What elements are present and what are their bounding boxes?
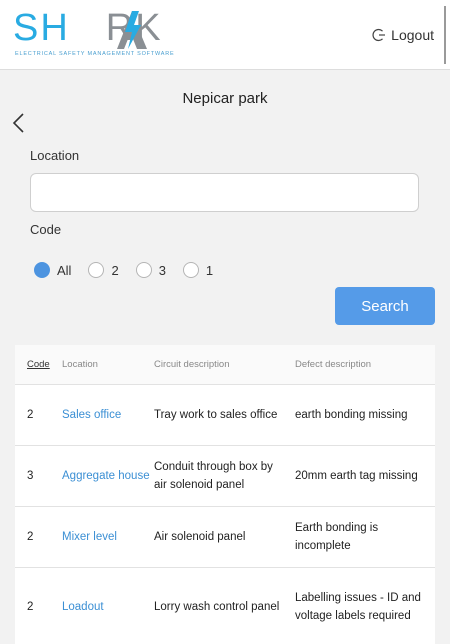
radio-label: 1 (205, 262, 214, 278)
cell-code: 2 (27, 531, 34, 543)
cell-circuit: Lorry wash control panel (154, 600, 280, 613)
cell-defect: Earth bonding is incomplete (295, 522, 379, 552)
logout-button[interactable]: Logout (372, 27, 434, 43)
cell-location-link[interactable]: Sales office (62, 406, 154, 424)
defects-table: Code Location Circuit description Defect… (15, 345, 435, 644)
cell-defect: Labelling issues - ID and voltage labels… (295, 591, 421, 622)
cell-circuit: Conduit through box by air solenoid pane… (154, 461, 273, 491)
cell-code: 2 (27, 600, 34, 613)
location-input[interactable] (30, 173, 419, 212)
cell-defect: 20mm earth tag missing (295, 470, 418, 482)
table-row: 2 Loadout Lorry wash control panel Label… (15, 568, 435, 644)
column-header-code[interactable]: Code (15, 359, 62, 370)
code-radio-group: All 2 3 1 (34, 262, 230, 278)
radio-label: 2 (111, 262, 119, 278)
page-title: Nepicar park (182, 90, 268, 107)
column-header-circuit: Circuit description (154, 359, 230, 370)
column-header-defect: Defect description (295, 359, 372, 370)
lightning-bolt-icon (117, 11, 147, 49)
scrollbar-edge (444, 6, 446, 64)
logout-icon (372, 28, 386, 42)
logo-text-left: SH (13, 7, 70, 49)
back-chevron-icon[interactable] (11, 112, 27, 134)
radio-unselected-icon (182, 262, 199, 278)
column-header-location: Location (62, 359, 98, 370)
code-label: Code (30, 222, 62, 237)
table-row: 3 Aggregate house Conduit through box by… (15, 446, 435, 507)
cell-location-link[interactable]: Mixer level (62, 528, 154, 546)
cell-location-link[interactable]: Loadout (62, 598, 154, 616)
search-button[interactable]: Search (335, 287, 435, 325)
code-radio-1[interactable]: 1 (182, 262, 214, 278)
shark-logo[interactable]: SHRK ELECTRICAL SAFETY MANAGEMENT SOFTWA… (13, 8, 199, 60)
code-radio-3[interactable]: 3 (135, 262, 166, 278)
cell-circuit: Air solenoid panel (154, 531, 246, 543)
radio-label: All (57, 262, 72, 278)
cell-circuit: Tray work to sales office (154, 409, 278, 421)
table-row: 2 Sales office Tray work to sales office… (15, 385, 435, 446)
location-label: Location (30, 148, 80, 163)
cell-code: 2 (27, 409, 34, 421)
cell-location-link[interactable]: Aggregate house (62, 467, 154, 485)
table-header: Code Location Circuit description Defect… (15, 345, 435, 385)
logo-tagline: ELECTRICAL SAFETY MANAGEMENT SOFTWARE (15, 51, 175, 57)
radio-selected-icon (34, 262, 50, 278)
radio-label: 3 (158, 262, 166, 278)
logout-label: Logout (391, 27, 434, 43)
code-radio-all[interactable]: All (34, 262, 71, 278)
app-header: SHRK ELECTRICAL SAFETY MANAGEMENT SOFTWA… (0, 0, 450, 70)
radio-unselected-icon (88, 262, 105, 278)
cell-code: 3 (27, 470, 34, 482)
cell-defect: earth bonding missing (295, 409, 408, 421)
radio-unselected-icon (135, 262, 152, 278)
code-radio-2[interactable]: 2 (88, 262, 119, 278)
table-row: 2 Mixer level Air solenoid panel Earth b… (15, 507, 435, 568)
